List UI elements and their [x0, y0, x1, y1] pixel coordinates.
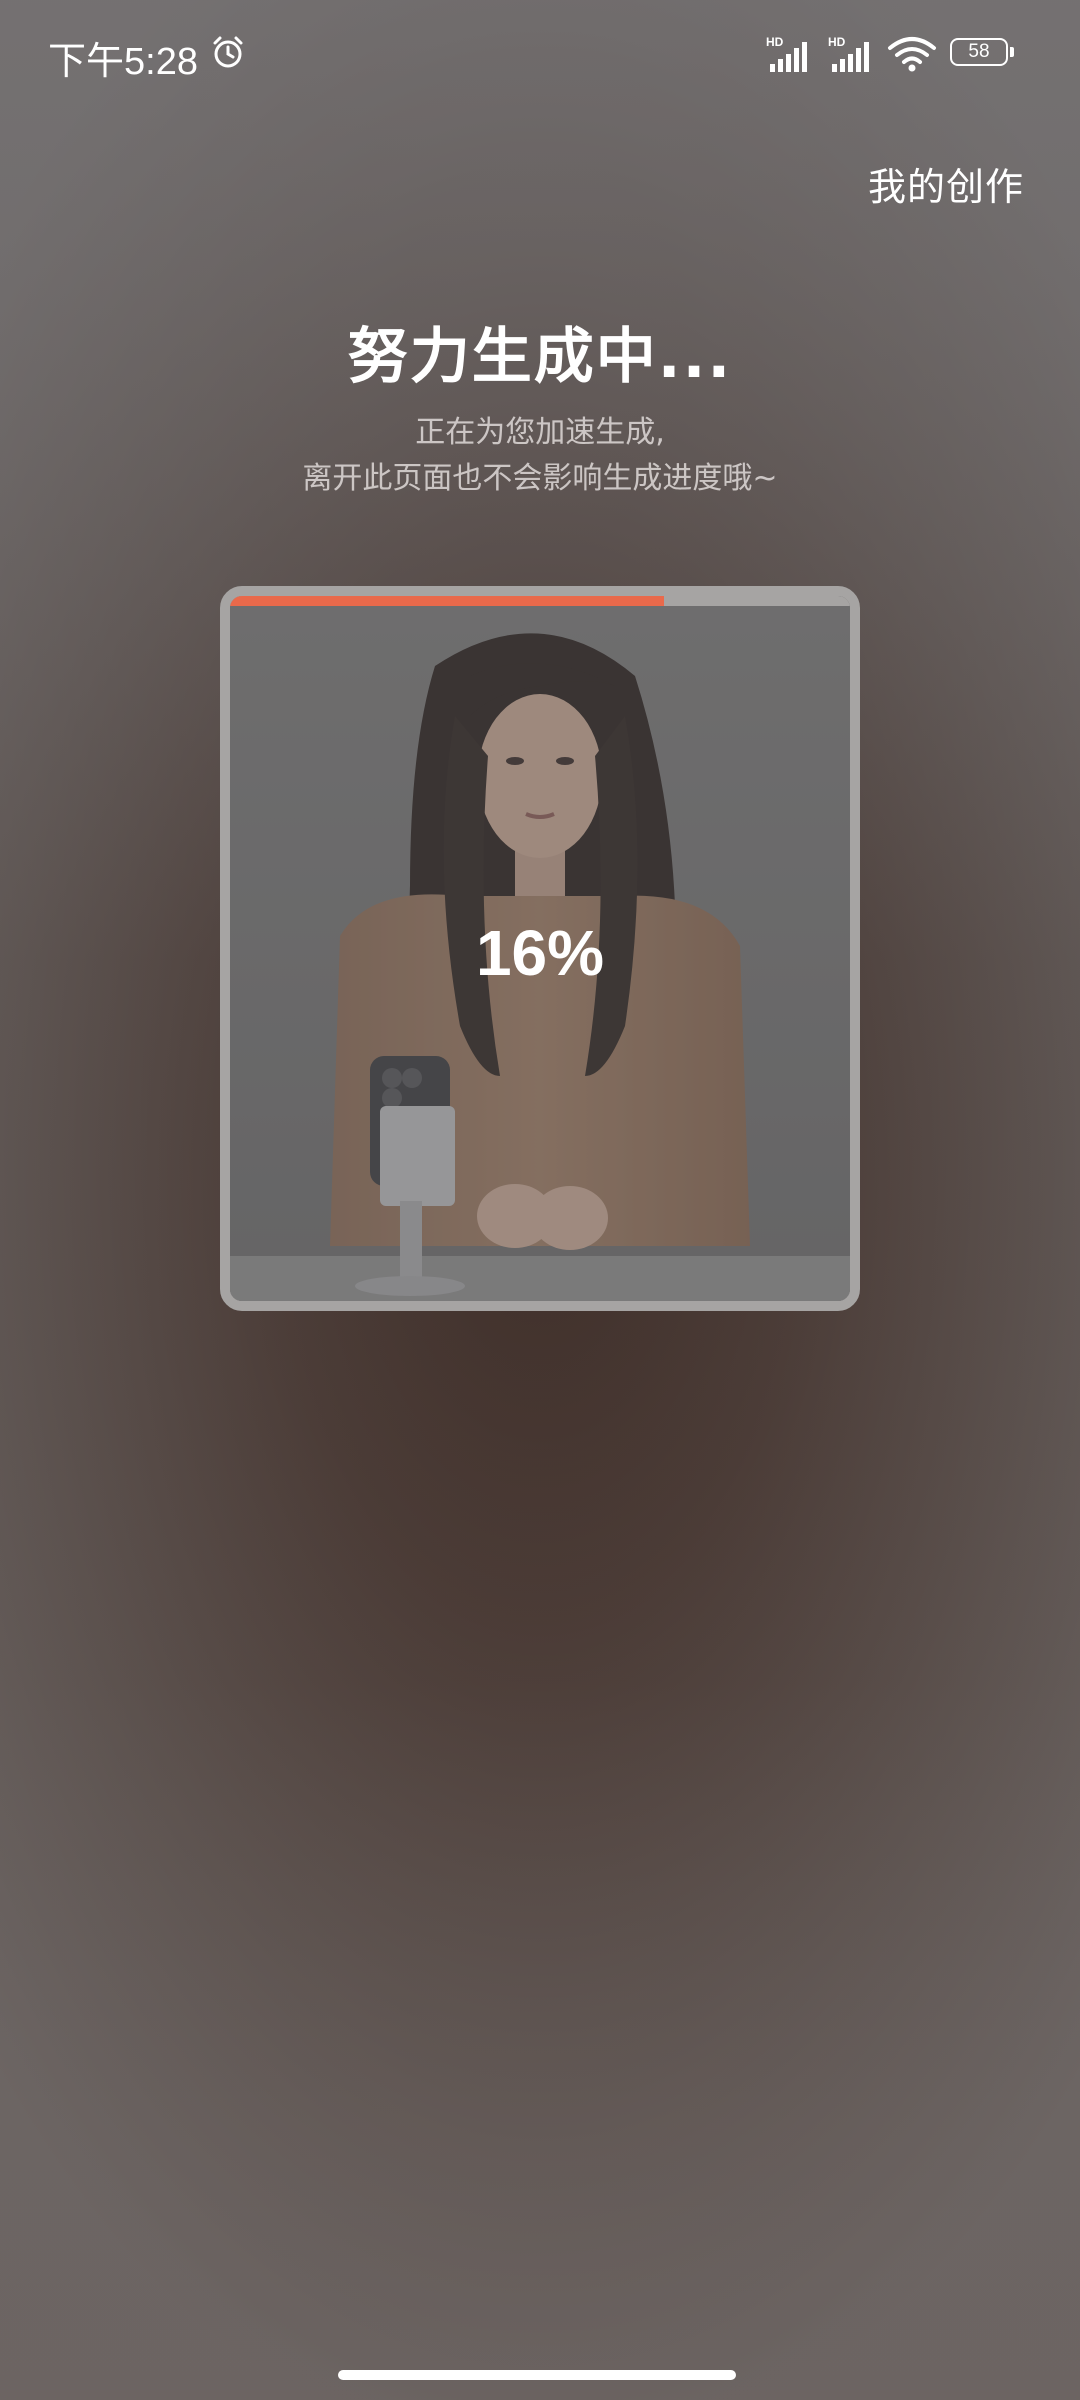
- alarm-icon: [213, 36, 243, 68]
- subtitle: 正在为您加速生成, 离开此页面也不会影响生成进度哦~: [0, 410, 1080, 502]
- home-indicator[interactable]: [338, 2370, 736, 2380]
- subtitle-line-2: 离开此页面也不会影响生成进度哦~: [302, 461, 778, 496]
- my-creations-link[interactable]: 我的创作: [868, 156, 1024, 211]
- wifi-icon: [888, 37, 936, 72]
- battery-icon: 58: [950, 38, 1014, 68]
- svg-text:HD: HD: [828, 35, 846, 49]
- signal-icon: HD: [828, 35, 869, 72]
- progress-fill: [230, 596, 664, 606]
- status-time: 下午5:28: [48, 41, 198, 83]
- preview-card: 16%: [220, 586, 860, 1311]
- page-title: 努力生成中...: [347, 322, 733, 392]
- progress-track: [230, 596, 850, 606]
- svg-text:HD: HD: [766, 35, 784, 49]
- signal-icon: HD: [766, 35, 807, 72]
- status-bar: 下午5:28 HD HD 58: [0, 0, 1080, 108]
- battery-level: 58: [968, 41, 990, 62]
- progress-percent: 16%: [475, 917, 605, 989]
- subtitle-line-1: 正在为您加速生成,: [415, 415, 665, 450]
